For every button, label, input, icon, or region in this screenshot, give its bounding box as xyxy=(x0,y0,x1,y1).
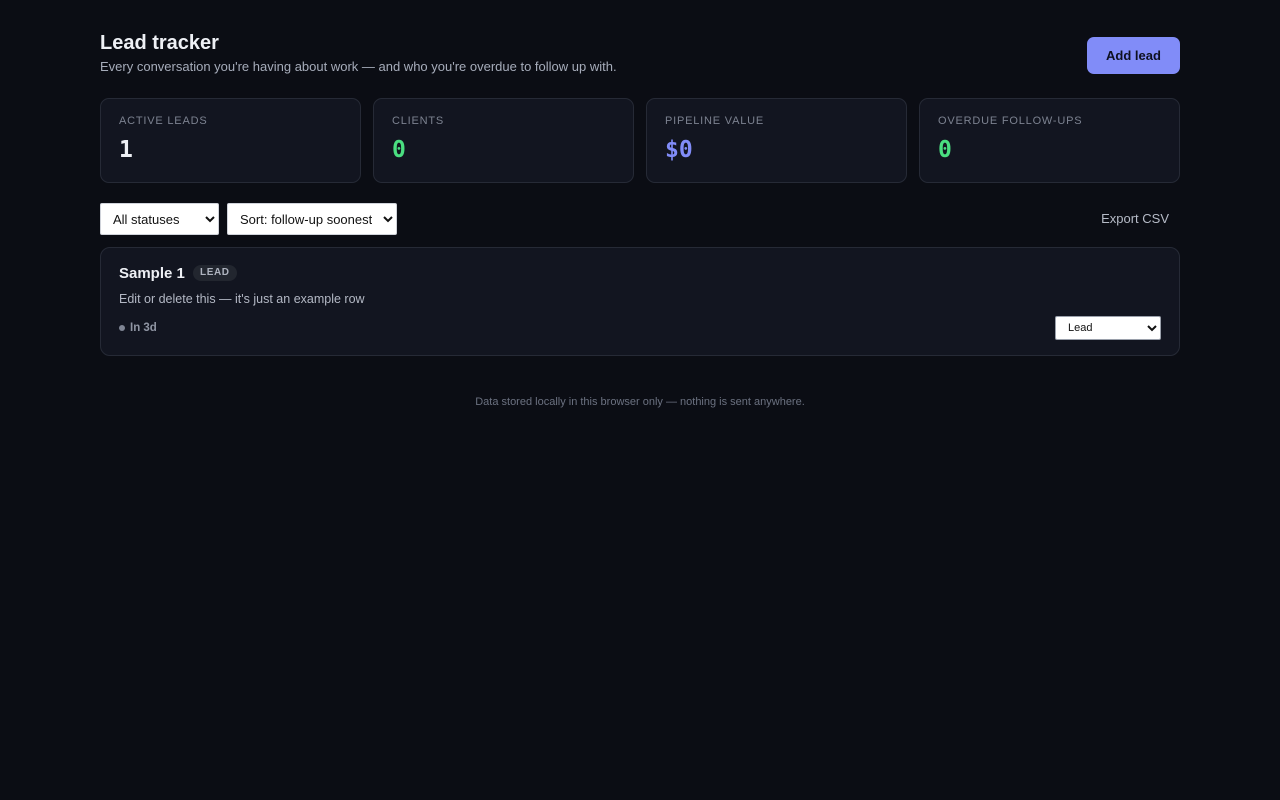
stat-card-clients: CLIENTS 0 xyxy=(373,98,634,183)
stat-value: 0 xyxy=(392,137,406,163)
stat-label: PIPELINE VALUE xyxy=(665,115,765,127)
stats-row: ACTIVE LEADS 1 CLIENTS 0 PIPELINE VALUE … xyxy=(100,98,1180,183)
follow-up-text: In 3d xyxy=(130,322,157,334)
stat-card-pipeline-value: PIPELINE VALUE $0 xyxy=(646,98,907,183)
status-badge: LEAD xyxy=(193,265,237,281)
follow-up-indicator: In 3d xyxy=(119,321,157,335)
dot-icon xyxy=(119,325,125,331)
page-subtitle: Every conversation you're having about w… xyxy=(100,59,617,74)
lead-note: Edit or delete this — it's just an examp… xyxy=(119,292,365,306)
lead-status-select[interactable]: Lead xyxy=(1055,316,1161,340)
stat-card-overdue-follow-ups: OVERDUE FOLLOW-UPS 0 xyxy=(919,98,1180,183)
lead-name: Sample 1 xyxy=(119,265,185,282)
stat-card-active-leads: ACTIVE LEADS 1 xyxy=(100,98,361,183)
add-lead-button[interactable]: Add lead xyxy=(1087,37,1180,74)
status-filter-select[interactable]: All statuses xyxy=(100,203,219,235)
sort-select[interactable]: Sort: follow-up soonest xyxy=(227,203,397,235)
lead-card[interactable]: Sample 1 LEAD Edit or delete this — it's… xyxy=(100,247,1180,356)
stat-label: OVERDUE FOLLOW-UPS xyxy=(938,115,1083,127)
export-csv-button[interactable]: Export CSV xyxy=(1101,211,1169,226)
footer-note: Data stored locally in this browser only… xyxy=(475,396,805,408)
controls-bar: All statuses Sort: follow-up soonest Exp… xyxy=(100,203,1180,235)
page-header: Lead tracker Every conversation you're h… xyxy=(100,30,1180,80)
stat-label: CLIENTS xyxy=(392,115,445,127)
stat-value: 1 xyxy=(119,137,133,163)
stat-value: $0 xyxy=(665,137,693,163)
stat-value: 0 xyxy=(938,137,952,163)
page-title: Lead tracker xyxy=(100,32,219,54)
stat-label: ACTIVE LEADS xyxy=(119,115,208,127)
